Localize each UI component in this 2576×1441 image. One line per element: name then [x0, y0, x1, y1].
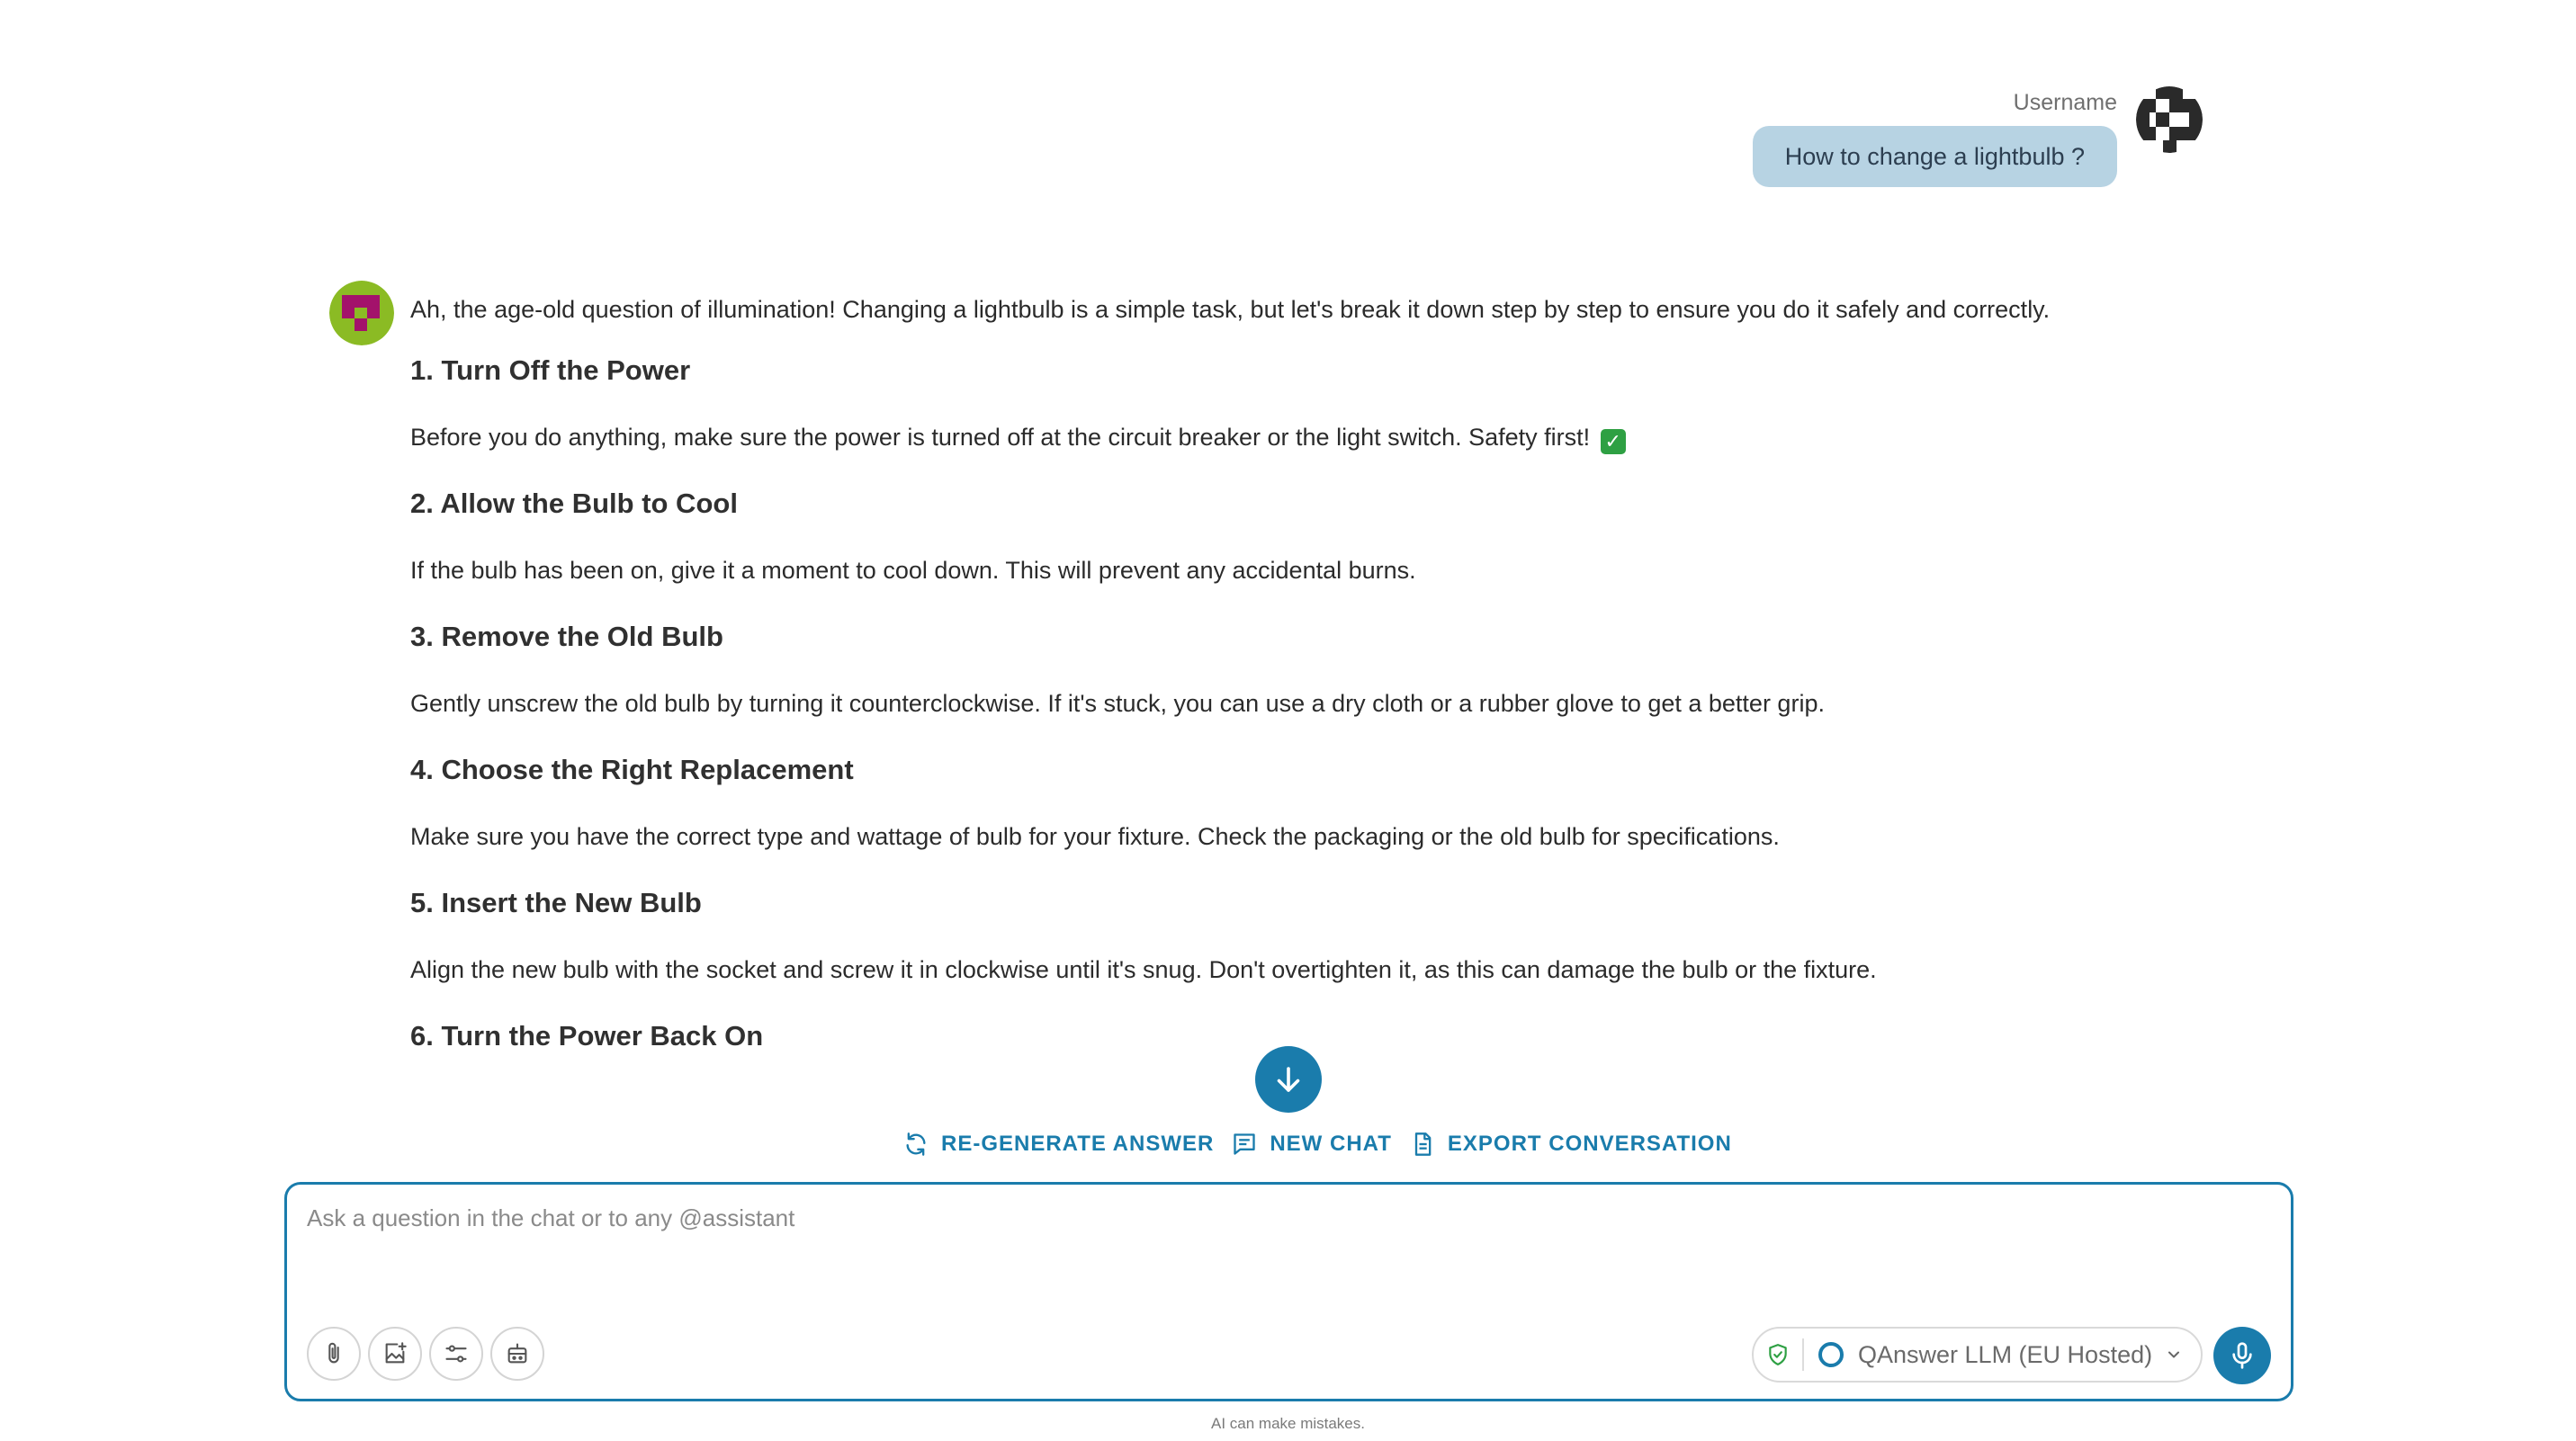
step-title: 1. Turn Off the Power	[410, 354, 691, 386]
user-message-block: Username How to change a lightbulb ?	[1393, 86, 2203, 203]
model-name: QAnswer LLM (EU Hosted)	[1858, 1340, 2153, 1368]
robot-icon	[507, 1343, 527, 1364]
step-text: Before you do anything, make sure the po…	[410, 417, 2120, 457]
circle-logo-icon	[1818, 1342, 1844, 1367]
model-selector-divider	[1802, 1338, 1804, 1371]
check-mark-icon: ✓	[1600, 429, 1626, 454]
answer-intro: Ah, the age-old question of illumination…	[410, 296, 2051, 323]
answer-step: 2. Allow the Bulb to Cool If the bulb ha…	[410, 484, 2120, 590]
user-avatar	[2136, 86, 2203, 153]
assistant-button[interactable]	[490, 1327, 544, 1381]
document-icon	[1414, 1132, 1432, 1156]
answer-step: 4. Choose the Right Replacement Make sur…	[410, 750, 2120, 856]
assistant-avatar	[329, 281, 394, 345]
step-title: 2. Allow the Bulb to Cool	[410, 488, 738, 519]
assistant-answer: Ah, the age-old question of illumination…	[410, 290, 2120, 1081]
image-add-icon	[385, 1342, 407, 1364]
chat-icon	[1234, 1133, 1256, 1155]
composer-tools	[307, 1327, 544, 1381]
user-message-bubble: How to change a lightbulb ?	[1752, 126, 2117, 187]
settings-button[interactable]	[429, 1327, 483, 1381]
step-text: If the bulb has been on, give it a momen…	[410, 557, 1416, 584]
scroll-down-button[interactable]	[1255, 1046, 1322, 1113]
ai-disclaimer: AI can make mistakes.	[1210, 1415, 1365, 1432]
voice-input-button[interactable]	[2213, 1327, 2271, 1384]
step-text: Align the new bulb with the socket and s…	[410, 956, 1877, 983]
arrow-down-icon	[1277, 1067, 1300, 1092]
chat-composer: QAnswer LLM (EU Hosted)	[284, 1182, 2293, 1401]
step-title: 6. Turn the Power Back On	[410, 1020, 764, 1052]
step-title: 4. Choose the Right Replacement	[410, 754, 854, 785]
step-title: 5. Insert the New Bulb	[410, 887, 702, 918]
chevron-down-icon	[2168, 1351, 2180, 1358]
sliders-icon	[445, 1345, 467, 1363]
export-conversation-button[interactable]: EXPORT CONVERSATION	[1410, 1132, 1732, 1157]
step-text: Make sure you have the correct type and …	[410, 823, 1780, 850]
step-title: 3. Remove the Old Bulb	[410, 621, 723, 652]
microphone-icon	[2232, 1342, 2252, 1369]
refresh-icon	[906, 1132, 926, 1156]
username-label: Username	[2013, 90, 2117, 115]
regenerate-answer-button[interactable]: RE-GENERATE ANSWER	[903, 1132, 1214, 1157]
chat-input[interactable]	[307, 1204, 1656, 1258]
answer-step: 5. Insert the New Bulb Align the new bul…	[410, 883, 2120, 989]
step-text-body: Before you do anything, make sure the po…	[410, 424, 1591, 451]
answer-step: 6. Turn the Power Back On	[410, 1016, 2120, 1056]
add-image-button[interactable]	[368, 1327, 422, 1381]
export-conversation-label: EXPORT CONVERSATION	[1447, 1132, 1732, 1156]
new-chat-button[interactable]: NEW CHAT	[1232, 1132, 1392, 1157]
paperclip-icon	[328, 1342, 339, 1364]
new-chat-label: NEW CHAT	[1270, 1132, 1392, 1156]
model-selector[interactable]: QAnswer LLM (EU Hosted)	[1752, 1327, 2204, 1383]
step-text: Gently unscrew the old bulb by turning i…	[410, 690, 1825, 717]
answer-step: 3. Remove the Old Bulb Gently unscrew th…	[410, 617, 2120, 723]
attach-file-button[interactable]	[307, 1327, 361, 1381]
answer-step: 1. Turn Off the Power Before you do anyt…	[410, 351, 2120, 457]
conversation-actions: RE-GENERATE ANSWER NEW CHAT EXPORT CONVE…	[903, 1124, 1736, 1164]
shield-check-icon	[1769, 1344, 1787, 1365]
regenerate-answer-label: RE-GENERATE ANSWER	[941, 1132, 1215, 1156]
